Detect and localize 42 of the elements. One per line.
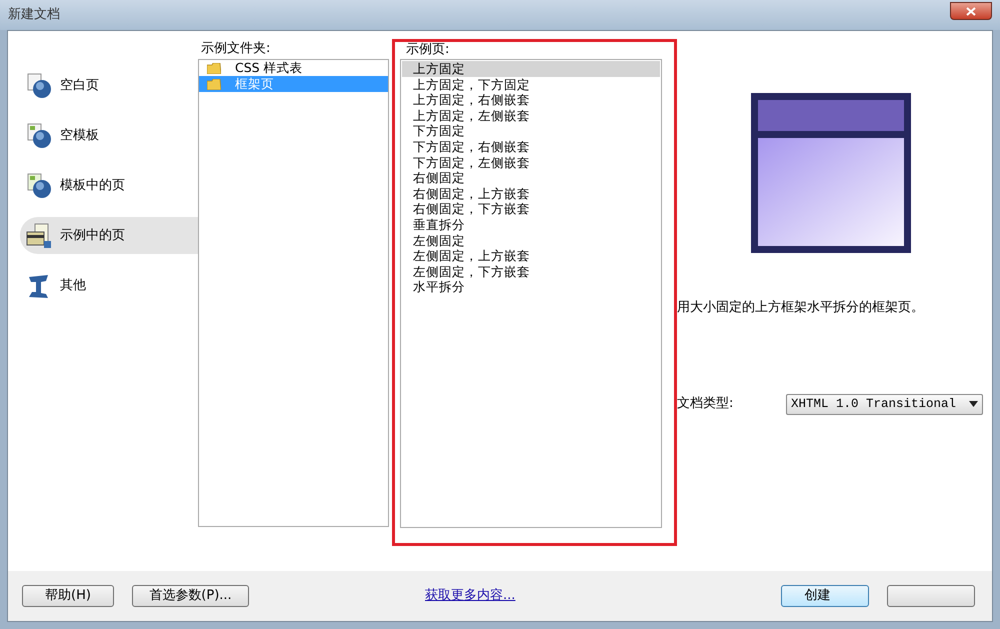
category-item[interactable]: 示例中的页 bbox=[20, 217, 198, 254]
folder-item[interactable]: CSS 样式表 bbox=[199, 60, 388, 76]
description-text: 用大小固定的上方框架水平拆分的框架页。 bbox=[677, 299, 925, 317]
category-item[interactable]: 空白页 bbox=[20, 67, 198, 104]
category-item[interactable]: 空模板 bbox=[20, 117, 198, 154]
sample-item[interactable]: 下方固定 bbox=[402, 123, 660, 139]
sample-item[interactable]: 垂直拆分 bbox=[402, 216, 660, 233]
preferences-button[interactable]: 首选参数(P)... bbox=[132, 585, 249, 607]
sample-item[interactable]: 上方固定，左侧嵌套 bbox=[402, 108, 660, 124]
create-button[interactable]: 创建 bbox=[781, 585, 870, 607]
sample-item[interactable]: 左侧固定 bbox=[402, 232, 660, 248]
sample-item[interactable]: 右侧固定，上方嵌套 bbox=[402, 186, 660, 202]
help-button[interactable]: 帮助(H) bbox=[22, 585, 114, 607]
sample-item[interactable]: 水平拆分 bbox=[402, 279, 660, 295]
sample-item[interactable]: 左侧固定，下方嵌套 bbox=[402, 264, 660, 280]
sample-item[interactable]: 右侧固定，下方嵌套 bbox=[402, 201, 660, 217]
sample-item[interactable]: 右侧固定 bbox=[402, 170, 660, 186]
frame-preview-icon bbox=[751, 93, 911, 253]
close-button[interactable] bbox=[950, 2, 992, 20]
category-item[interactable]: 模板中的页 bbox=[20, 167, 198, 204]
close-icon bbox=[966, 6, 976, 16]
more-content-link[interactable]: 获取更多内容... bbox=[425, 586, 516, 606]
folder-list-label: 示例文件夹: bbox=[201, 40, 272, 58]
sample-item[interactable]: 下方固定，左侧嵌套 bbox=[402, 154, 660, 170]
sample-item[interactable]: 上方固定，下方固定 bbox=[402, 76, 660, 92]
dialog-button[interactable] bbox=[887, 585, 976, 607]
sample-item[interactable]: 上方固定 bbox=[402, 61, 660, 77]
doctype-label: 文档类型: bbox=[677, 395, 734, 414]
category-item[interactable]: 其他 bbox=[20, 267, 198, 304]
sample-item[interactable]: 上方固定，右侧嵌套 bbox=[402, 92, 660, 108]
document-globe-icon bbox=[26, 172, 52, 198]
sample-list-label: 示例页: bbox=[406, 42, 450, 59]
doctype-select[interactable]: XHTML 1.0 Transitional bbox=[786, 394, 983, 414]
folder-icon bbox=[207, 78, 221, 90]
document-globe-icon bbox=[26, 122, 52, 148]
document-globe-icon bbox=[26, 72, 52, 98]
sample-item[interactable]: 下方固定，右侧嵌套 bbox=[402, 138, 660, 155]
dropdown-arrow-icon bbox=[969, 401, 978, 407]
folder-icon bbox=[207, 62, 221, 74]
sample-item[interactable]: 左侧固定，上方嵌套 bbox=[402, 248, 660, 264]
window-title: 新建文档 bbox=[8, 6, 60, 24]
document-folder-icon bbox=[26, 222, 52, 248]
